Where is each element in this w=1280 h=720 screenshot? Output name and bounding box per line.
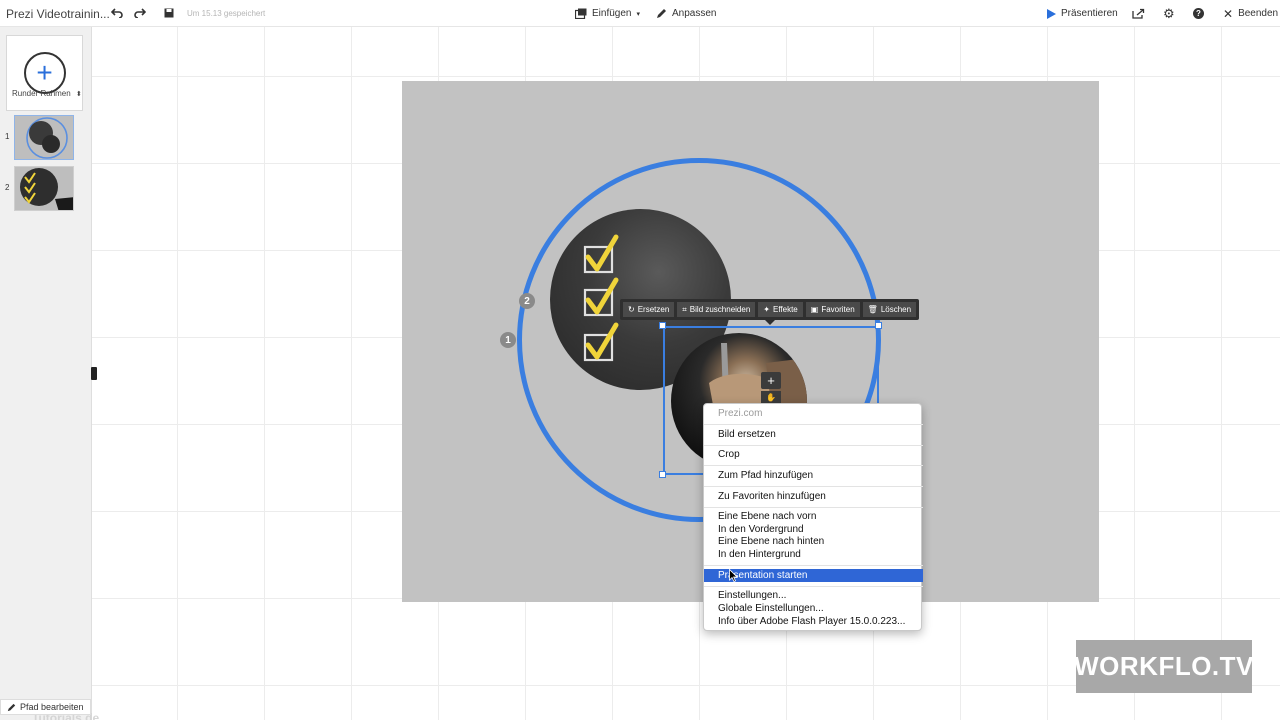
frame-type-select[interactable]: Runder Rahmen ⬍ <box>12 89 82 98</box>
menu-separator <box>704 586 923 587</box>
top-toolbar: Prezi Videotrainin... Um 15.13 gespeiche… <box>0 0 1280 27</box>
save-button[interactable] <box>163 4 175 22</box>
crop-label: Bild zuschneiden <box>689 305 751 314</box>
folder-icon: ▣ <box>810 305 819 314</box>
path-marker-2[interactable]: 2 <box>519 293 535 309</box>
present-button[interactable]: Präsentieren <box>1047 5 1118 22</box>
frame-type-label: Runder Rahmen <box>12 89 71 98</box>
checkbox-icon <box>583 322 619 362</box>
exit-label: Beenden <box>1238 8 1279 19</box>
menu-separator <box>704 486 923 487</box>
menu-item-replace-image[interactable]: Bild ersetzen <box>704 428 923 441</box>
save-icon <box>164 8 174 18</box>
insert-icon <box>575 8 587 19</box>
redo-button[interactable] <box>133 4 147 22</box>
menu-item-bring-forward[interactable]: Eine Ebene nach vorn <box>704 510 923 523</box>
slide-thumbnail-1[interactable] <box>14 115 74 160</box>
favorites-button[interactable]: ▣ Favoriten <box>805 302 860 317</box>
crop-icon: ⌗ <box>682 304 687 314</box>
menu-item-send-backward[interactable]: Eine Ebene nach hinten <box>704 535 923 548</box>
context-menu: Prezi.com Bild ersetzen Crop Zum Pfad hi… <box>703 403 923 631</box>
insert-menu-button[interactable]: Einfügen ▾ <box>575 5 640 22</box>
menu-item-global-settings[interactable]: Globale Einstellungen... <box>704 602 923 615</box>
customize-button[interactable]: Anpassen <box>656 5 716 22</box>
delete-button[interactable]: 🗑 Löschen <box>862 302 917 317</box>
help-button[interactable]: ? <box>1193 5 1204 22</box>
resize-handle[interactable] <box>659 322 666 329</box>
menu-separator <box>704 445 923 446</box>
sidebar-resize-handle[interactable] <box>91 367 97 380</box>
resize-handle[interactable] <box>659 471 666 478</box>
redo-icon <box>134 8 146 18</box>
delete-label: Löschen <box>880 305 912 314</box>
sidebar: + Runder Rahmen ⬍ 1 2 PSD-Tutorials.de P… <box>0 27 99 720</box>
exit-button[interactable]: ✕ Beenden <box>1223 5 1278 22</box>
image-toolbar: ↻ Ersetzen ⌗ Bild zuschneiden ✦ Effekte … <box>620 299 920 320</box>
menu-item-settings[interactable]: Einstellungen... <box>704 589 923 602</box>
replace-label: Ersetzen <box>637 305 670 314</box>
gear-icon: ⚙ <box>1163 5 1175 21</box>
trash-icon: 🗑 <box>867 305 878 314</box>
menu-item-send-to-back[interactable]: In den Hintergrund <box>704 548 923 561</box>
play-icon <box>1047 8 1056 19</box>
slide-thumbnail-2[interactable] <box>14 166 74 211</box>
close-icon: ✕ <box>1223 6 1234 21</box>
refresh-icon: ↻ <box>628 305 635 314</box>
mouse-cursor-icon <box>729 569 738 582</box>
sparkle-icon: ✦ <box>763 305 770 314</box>
chevron-down-icon: ▾ <box>636 10 640 18</box>
share-icon <box>1132 8 1145 19</box>
edit-path-label: Pfad bearbeiten <box>20 702 84 712</box>
menu-item-crop[interactable]: Crop <box>704 448 923 461</box>
menu-separator <box>704 424 923 425</box>
menu-item-about-flash[interactable]: Info über Adobe Flash Player 15.0.0.223.… <box>704 615 923 628</box>
saved-status: Um 15.13 gespeichert <box>187 9 266 18</box>
undo-button[interactable] <box>110 4 124 22</box>
add-frame-button[interactable]: + <box>6 35 83 111</box>
checkbox-icon <box>583 234 619 274</box>
hand-icon: ✋ <box>766 392 776 402</box>
menu-separator <box>704 565 923 566</box>
plus-icon: + <box>23 52 66 94</box>
settings-button[interactable]: ⚙ <box>1163 5 1175 22</box>
effects-label: Effekte <box>772 305 798 314</box>
path-marker-1[interactable]: 1 <box>500 332 516 348</box>
document-title[interactable]: Prezi Videotrainin... <box>6 7 110 21</box>
slide-number: 2 <box>5 183 10 192</box>
workflo-watermark: WORKFLO.TV <box>1074 640 1253 693</box>
edit-path-button[interactable]: Pfad bearbeiten <box>0 699 91 715</box>
toolbar-pointer <box>765 320 775 325</box>
customize-label: Anpassen <box>672 8 717 19</box>
undo-icon <box>111 8 123 18</box>
present-label: Präsentieren <box>1061 8 1118 19</box>
checkbox-icon <box>583 277 619 317</box>
menu-item-add-to-path[interactable]: Zum Pfad hinzufügen <box>704 469 923 482</box>
move-handle[interactable]: ✋ <box>761 391 781 403</box>
menu-separator <box>704 507 923 508</box>
resize-handle[interactable] <box>875 322 882 329</box>
effects-button[interactable]: ✦ Effekte <box>758 302 803 317</box>
pencil-icon <box>7 703 16 711</box>
plus-icon: + <box>767 373 775 388</box>
favorites-label: Favoriten <box>821 305 855 314</box>
context-menu-header: Prezi.com <box>718 408 763 419</box>
share-button[interactable] <box>1132 5 1145 22</box>
up-down-chevron-icon: ⬍ <box>75 91 82 98</box>
slide-number: 1 <box>5 132 10 141</box>
menu-item-add-to-favorites[interactable]: Zu Favoriten hinzufügen <box>704 490 923 503</box>
crop-image-button[interactable]: ⌗ Bild zuschneiden <box>677 302 756 317</box>
replace-button[interactable]: ↻ Ersetzen <box>623 302 675 317</box>
menu-separator <box>704 465 923 466</box>
zoom-in-button[interactable]: + <box>761 372 781 389</box>
pencil-icon <box>657 9 666 18</box>
help-icon: ? <box>1193 8 1204 19</box>
insert-label: Einfügen <box>592 8 632 19</box>
